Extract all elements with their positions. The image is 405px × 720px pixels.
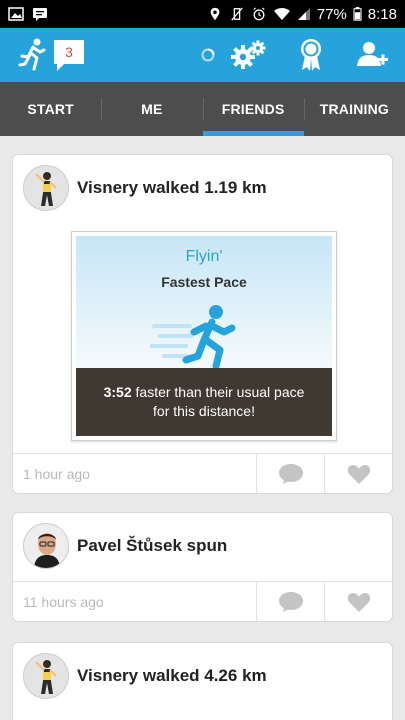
feed-card: Visnery walked 4.26 km — [12, 642, 393, 720]
achievements-ribbon-icon[interactable] — [294, 28, 328, 82]
tab-me[interactable]: ME — [101, 82, 202, 136]
add-friend-icon[interactable] — [352, 28, 392, 82]
feed-card: Visnery walked 1.19 km Flyin' Fastest Pa… — [12, 154, 393, 494]
avatar[interactable] — [23, 165, 69, 211]
message-icon — [33, 8, 47, 21]
friends-feed[interactable]: Visnery walked 1.19 km Flyin' Fastest Pa… — [0, 136, 405, 720]
battery-level: 77% — [316, 5, 347, 23]
settings-gears-icon[interactable] — [228, 28, 268, 82]
activity-title: Visnery walked 4.26 km — [77, 666, 267, 685]
sync-spinner-icon — [198, 28, 218, 82]
runner-logo-icon[interactable] — [12, 28, 52, 82]
tab-training[interactable]: TRAINING — [303, 82, 405, 136]
achievement-badge[interactable]: Flyin' Fastest Pace 3:52 faster than the… — [71, 231, 337, 441]
avatar[interactable] — [23, 523, 69, 569]
like-button[interactable] — [324, 582, 392, 621]
app-bar: 3 — [0, 28, 405, 82]
tab-friends[interactable]: FRIENDS — [202, 82, 305, 136]
heart-icon — [347, 464, 370, 484]
heart-icon — [347, 592, 370, 612]
battery-icon — [353, 7, 362, 21]
wifi-icon — [273, 7, 290, 20]
card-footer: 1 hour ago — [13, 453, 392, 493]
achievement-text-line1: faster than their usual pace — [135, 384, 305, 400]
achievement-title: Flyin' — [185, 248, 223, 265]
achievement-subtitle: Fastest Pace — [161, 274, 247, 290]
signal-icon — [297, 8, 310, 20]
card-footer: 11 hours ago — [13, 581, 392, 621]
alarm-icon — [253, 7, 265, 21]
vibrate-off-icon — [231, 7, 243, 21]
like-button[interactable] — [324, 454, 392, 493]
activity-title: Pavel Štůsek spun — [77, 536, 228, 555]
pace-difference: 3:52 — [103, 384, 132, 400]
achievement-banner: 3:52 faster than their usual pace for th… — [76, 368, 332, 436]
avatar[interactable] — [23, 653, 69, 699]
achievement-text-line2: for this distance! — [153, 403, 255, 419]
card-header[interactable]: Visnery walked 1.19 km — [13, 155, 392, 221]
timestamp: 1 hour ago — [23, 465, 90, 482]
comment-icon — [278, 463, 303, 484]
timestamp: 11 hours ago — [23, 593, 104, 610]
activity-title: Visnery walked 1.19 km — [77, 178, 267, 197]
status-bar: 77% 8:18 — [0, 0, 405, 28]
comment-icon — [278, 591, 303, 612]
card-header[interactable]: Visnery walked 4.26 km — [13, 643, 392, 709]
tab-start[interactable]: START — [0, 82, 101, 136]
gallery-icon — [8, 7, 24, 21]
clock: 8:18 — [367, 5, 397, 23]
notification-count: 3 — [65, 44, 73, 60]
running-figure-icon — [150, 305, 236, 370]
location-icon — [210, 7, 220, 21]
feed-card: Pavel Štůsek spun 11 hours ago — [12, 512, 393, 622]
comment-button[interactable] — [256, 582, 324, 621]
notifications-icon[interactable]: 3 — [52, 28, 86, 82]
card-header[interactable]: Pavel Štůsek spun — [13, 513, 392, 579]
comment-button[interactable] — [256, 454, 324, 493]
tab-bar: START ME FRIENDS TRAINING — [0, 82, 405, 136]
